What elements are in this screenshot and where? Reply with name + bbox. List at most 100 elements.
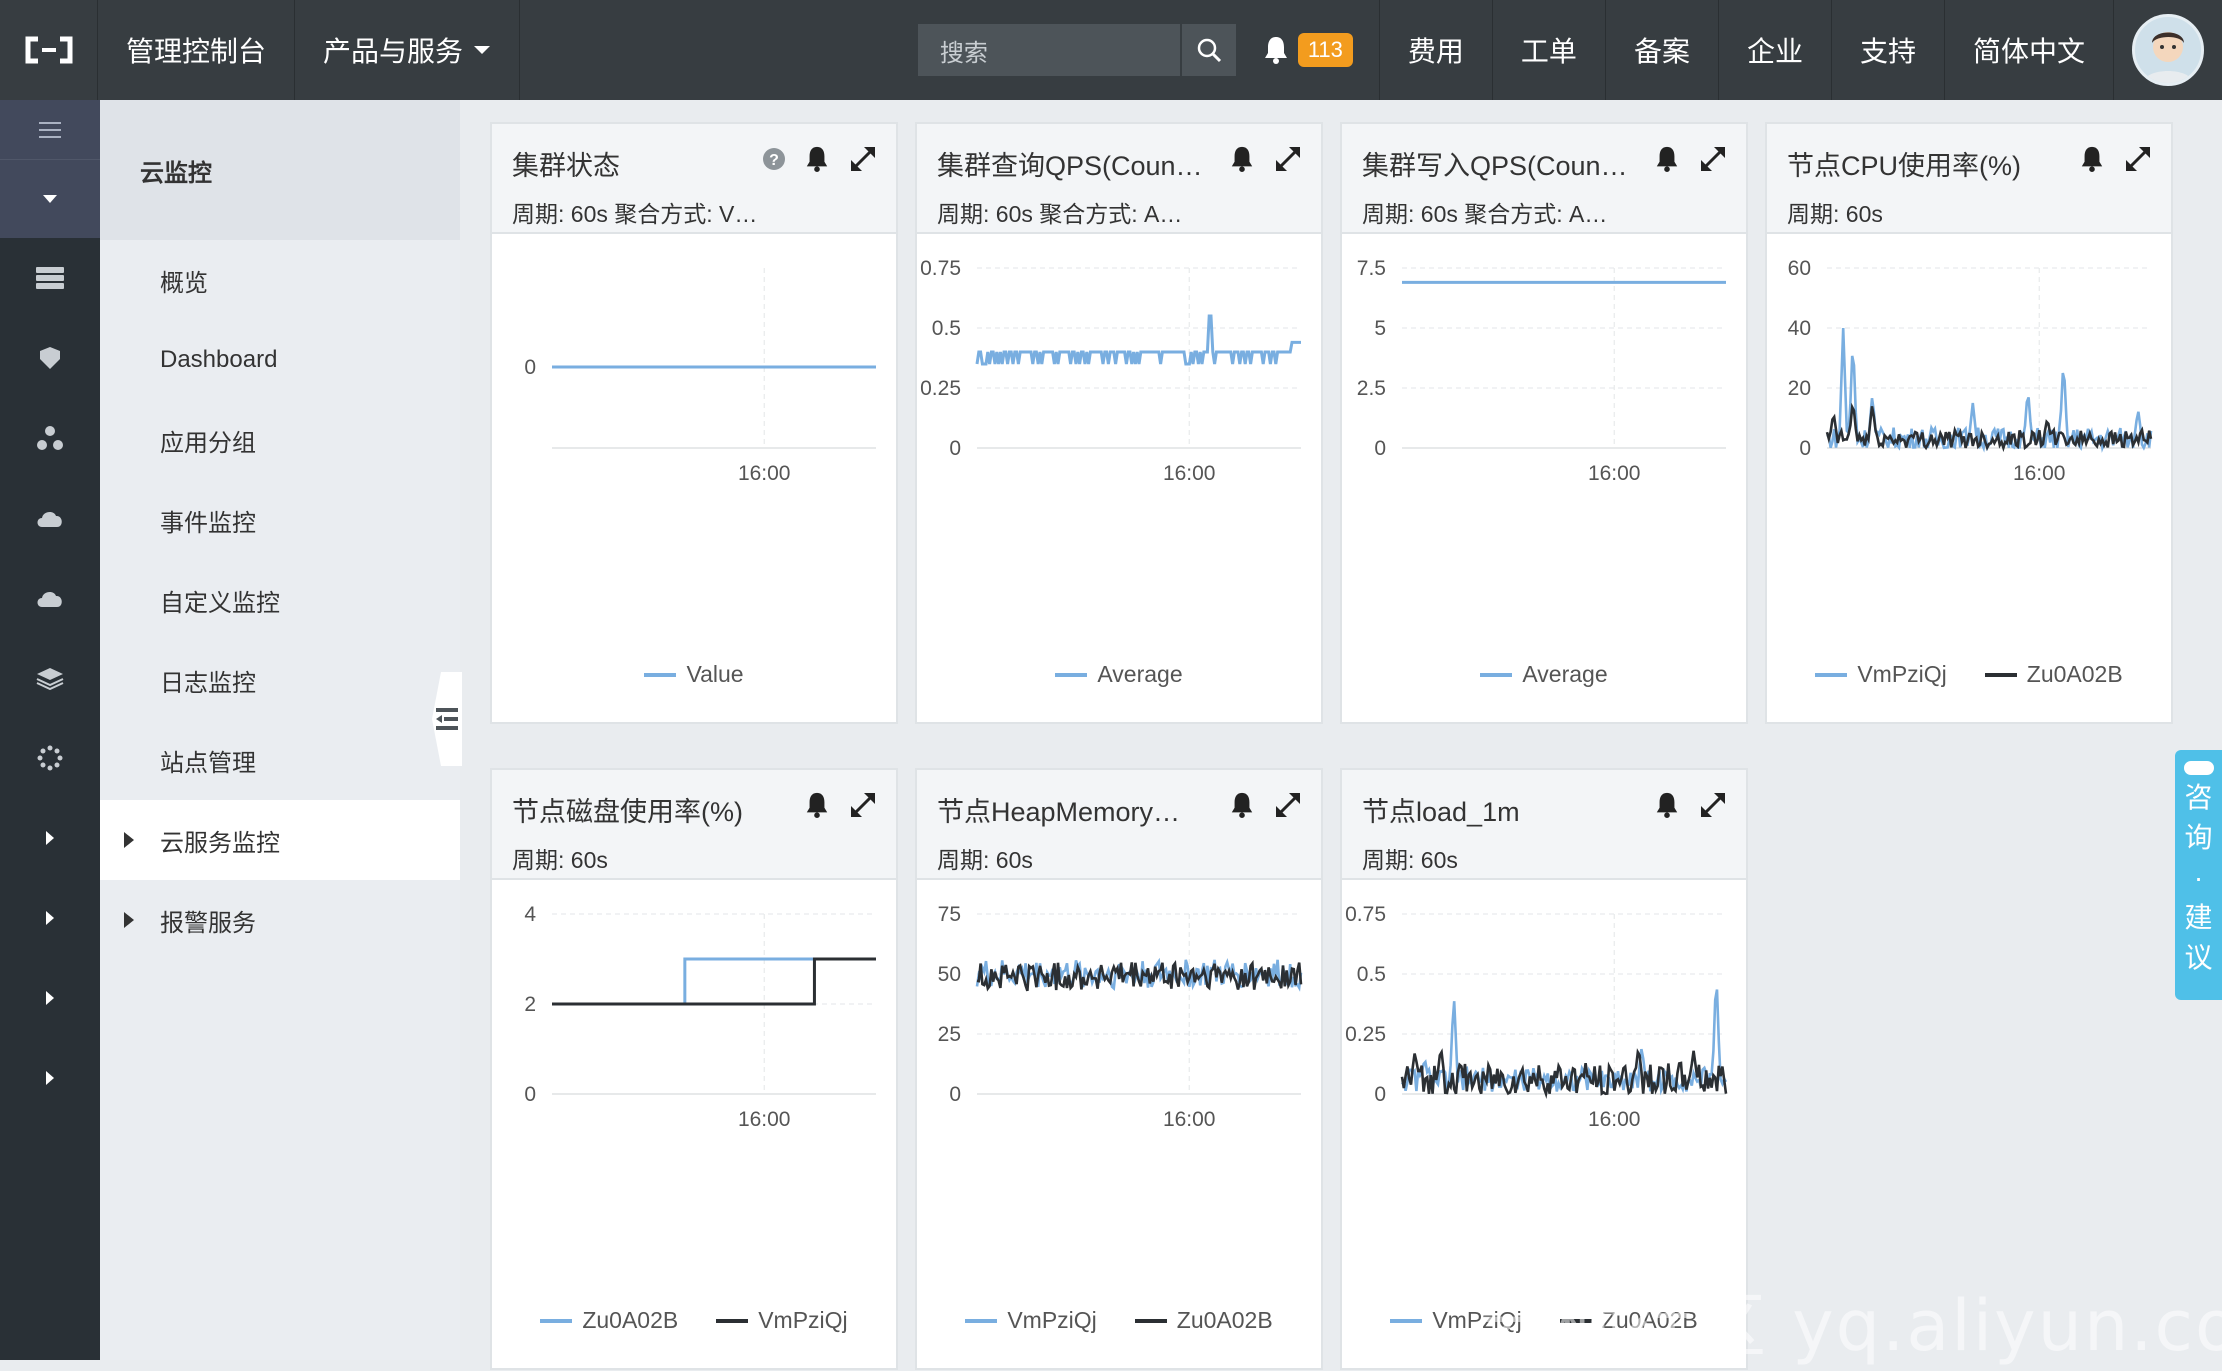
feedback-char: · [2193,862,2204,893]
y-tick-label: 7.5 [1357,257,1386,280]
notification-count-badge: 113 [1297,33,1353,67]
x-tick-label: 16:00 [738,462,791,485]
sidebar-header: 云监控 [100,100,460,240]
topbar-link-billing[interactable]: 费用 [1380,0,1493,100]
legend-item[interactable]: Average [1480,661,1608,688]
legend-item[interactable]: VmPziQj [1815,661,1947,688]
sidebar-item-event-monitoring[interactable]: 事件监控 [100,480,460,560]
chart-subtitle: 周期: 60s [937,847,1033,873]
search-button[interactable] [1181,24,1236,76]
alarm-bell-icon[interactable] [804,145,830,173]
topbar-link-icp[interactable]: 备案 [1606,0,1719,100]
search-input[interactable]: 搜索 [917,24,1182,76]
alarm-bell-icon[interactable] [1654,145,1680,173]
sidebar-item-overview[interactable]: 概览 [100,240,460,320]
database-icon [40,347,60,369]
rail-cloud-upload-button[interactable] [0,478,100,558]
watermark: 云栖社区 yq.aliyun.com [1480,1285,2222,1367]
rail-expand-button-2[interactable] [0,878,100,958]
chart-panel-header: 节点load_1m 周期: 60s [1342,770,1746,880]
alarm-bell-icon[interactable] [2079,145,2105,173]
aliyun-logo-icon[interactable] [0,0,98,100]
user-avatar[interactable] [2114,0,2222,100]
sidebar-item-label: 应用分组 [160,429,256,457]
chart-title: 节点磁盘使用率(%) [512,797,743,827]
legend-label: Value [686,661,744,687]
legend-item[interactable]: Value [644,661,744,688]
rail-expand-button-4[interactable] [0,1038,100,1118]
expand-icon[interactable] [848,144,878,174]
rail-layers-button[interactable] [0,638,100,718]
sidebar-item-dashboard[interactable]: Dashboard [100,320,460,400]
chart-plot: 0 16:00 [524,268,876,485]
sidebar-item-site-management[interactable]: 站点管理 [100,720,460,800]
server-icon [36,267,64,289]
topbar-link-tickets[interactable]: 工单 [1493,0,1606,100]
sidebar-item-app-groups[interactable]: 应用分组 [100,400,460,480]
chart-subtitle: 周期: 60s 聚合方式: V… [512,201,758,227]
top-bar: 管理控制台 产品与服务 搜索 113 费用 工单 备案 企业 支持 简体中文 [0,0,2222,100]
topbar-link-enterprise[interactable]: 企业 [1719,0,1832,100]
alarm-bell-icon[interactable] [804,791,830,819]
chart-title: 节点load_1m [1362,797,1520,827]
series-line-Zu0A02B [1825,402,2153,453]
rail-database-button[interactable] [0,318,100,398]
legend-item[interactable]: Average [1055,661,1183,688]
expand-icon[interactable] [2123,144,2153,174]
rail-collapse-button[interactable] [0,160,100,238]
collapse-left-icon [436,708,458,730]
alarm-bell-icon[interactable] [1229,145,1255,173]
menu-toggle-button[interactable] [0,100,100,160]
caret-right-icon [46,831,54,845]
alarm-bell-icon[interactable] [1654,791,1680,819]
help-icon[interactable]: ? [762,147,786,171]
products-menu[interactable]: 产品与服务 [295,0,521,100]
rail-expand-button-1[interactable] [0,798,100,878]
feedback-button[interactable]: 咨 询 · 建 议 [2175,750,2222,1000]
feedback-char: 议 [2184,942,2213,973]
chart-legend: Average [917,661,1321,688]
legend-item[interactable]: Zu0A02B [1984,661,2123,688]
rail-server-button[interactable] [0,238,100,318]
language-switch[interactable]: 简体中文 [1945,0,2114,100]
sidebar-item-label: 云服务监控 [160,829,280,857]
chart-panel: 集群查询QPS(Coun… 周期: 60s 聚合方式: A… 0 0.25 0.5 0.7… [915,122,1323,724]
chart-title: 节点HeapMemory… [937,797,1181,827]
expand-icon[interactable] [1698,144,1728,174]
expand-icon[interactable] [1273,144,1303,174]
rail-cluster-button[interactable] [0,398,100,478]
chart-actions [2079,144,2153,174]
console-label: 管理控制台 [126,36,267,67]
expand-icon[interactable] [848,790,878,820]
sidebar-item-log-monitoring[interactable]: 日志监控 [100,640,460,720]
caret-right-icon [124,832,134,848]
legend-item[interactable]: Zu0A02B [1134,1307,1273,1334]
chart-panel: 节点HeapMemory… 周期: 60s 0 25 50 75 16:00 VmPziQj Z… [915,768,1323,1370]
search-box: 搜索 [917,0,1236,100]
legend-item[interactable]: VmPziQj [716,1307,848,1334]
chart-plot: 0 25 50 75 16:00 [938,903,1303,1131]
alarm-bell-icon[interactable] [1229,791,1255,819]
chart-panel: 节点磁盘使用率(%) 周期: 60s 0 2 4 16:00 Zu0A02B VmPziQj [490,768,898,1370]
rail-cloud-button[interactable] [0,558,100,638]
sidebar-item-custom-monitoring[interactable]: 自定义监控 [100,560,460,640]
rail-network-button[interactable] [0,718,100,798]
chart-legend: Zu0A02B VmPziQj [492,1307,896,1334]
notifications-button[interactable]: 113 [1252,0,1380,100]
expand-icon[interactable] [1698,790,1728,820]
rail-icons [0,238,100,1118]
language-label: 简体中文 [1972,36,2085,67]
y-tick-label: 0 [524,356,536,379]
legend-item[interactable]: Zu0A02B [540,1307,678,1334]
sidebar-item-alarm-service[interactable]: 报警服务 [100,880,460,960]
legend-item[interactable]: VmPziQj [965,1307,1097,1334]
topbar-link-support[interactable]: 支持 [1832,0,1945,100]
chart-panel-header: 节点HeapMemory… 周期: 60s [917,770,1321,880]
rail-expand-button-3[interactable] [0,958,100,1038]
console-link[interactable]: 管理控制台 [98,0,296,100]
y-tick-label: 4 [524,903,536,926]
expand-icon[interactable] [1273,790,1303,820]
sidebar-item-cloud-service-monitoring[interactable]: 云服务监控 [100,800,460,880]
chart-title: 集群写入QPS(Coun… [1362,151,1628,181]
